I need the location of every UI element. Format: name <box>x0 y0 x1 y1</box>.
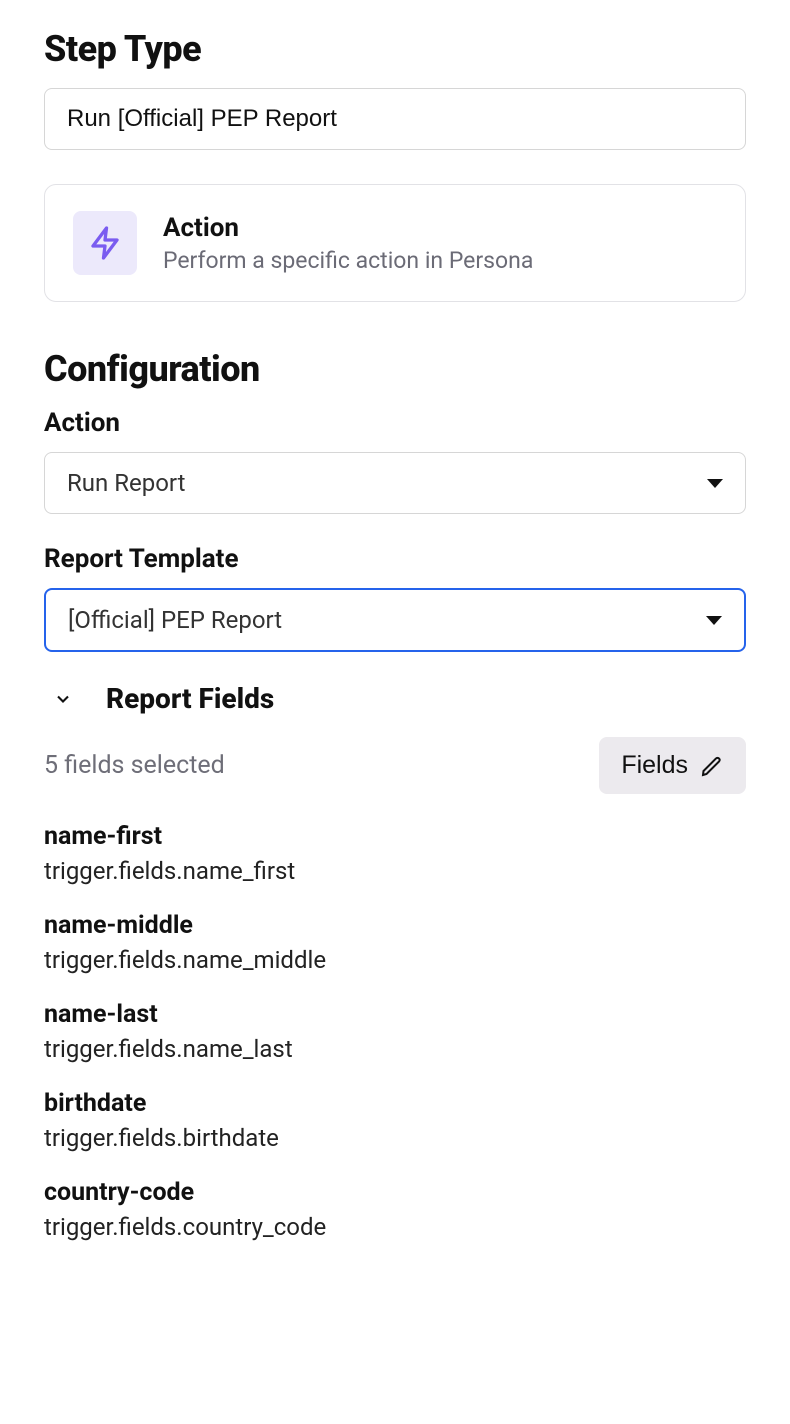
action-card-title: Action <box>163 213 533 243</box>
report-field-item: name-first trigger.fields.name_first <box>44 822 746 885</box>
report-field-item: birthdate trigger.fields.birthdate <box>44 1089 746 1152</box>
report-field-name: name-middle <box>44 911 746 940</box>
chevron-down-icon <box>52 688 74 710</box>
report-field-path: trigger.fields.name_middle <box>44 946 746 974</box>
edit-fields-button[interactable]: Fields <box>599 737 746 794</box>
report-template-select-value: [Official] PEP Report <box>68 606 282 634</box>
pencil-icon <box>700 754 724 778</box>
report-field-path: trigger.fields.country_code <box>44 1213 746 1241</box>
report-field-item: name-middle trigger.fields.name_middle <box>44 911 746 974</box>
report-fields-list: name-firsttrigger.fields.name_firstname-… <box>44 822 746 1241</box>
step-type-input[interactable] <box>44 88 746 150</box>
fields-summary-row: 5 fields selected Fields <box>44 737 746 794</box>
report-field-item: name-last trigger.fields.name_last <box>44 1000 746 1063</box>
caret-down-icon <box>706 616 722 625</box>
action-select-value: Run Report <box>67 469 185 497</box>
report-field-name: birthdate <box>44 1089 746 1118</box>
report-fields-title: Report Fields <box>106 682 274 715</box>
report-template-select[interactable]: [Official] PEP Report <box>44 588 746 652</box>
report-field-name: name-first <box>44 822 746 851</box>
fields-selected-count: 5 fields selected <box>44 751 225 780</box>
action-card-text: Action Perform a specific action in Pers… <box>163 213 533 274</box>
report-fields-toggle[interactable]: Report Fields <box>44 682 746 715</box>
action-card[interactable]: Action Perform a specific action in Pers… <box>44 184 746 302</box>
configuration-heading: Configuration <box>44 348 746 390</box>
action-card-subtitle: Perform a specific action in Persona <box>163 247 533 274</box>
report-field-name: country-code <box>44 1178 746 1207</box>
lightning-bolt-icon <box>73 211 137 275</box>
caret-down-icon <box>707 479 723 488</box>
action-label: Action <box>44 408 746 438</box>
report-template-label: Report Template <box>44 544 746 574</box>
action-select[interactable]: Run Report <box>44 452 746 514</box>
step-type-heading: Step Type <box>44 28 746 70</box>
edit-fields-button-label: Fields <box>621 751 688 780</box>
report-field-path: trigger.fields.name_first <box>44 857 746 885</box>
report-field-name: name-last <box>44 1000 746 1029</box>
report-field-path: trigger.fields.birthdate <box>44 1124 746 1152</box>
report-field-path: trigger.fields.name_last <box>44 1035 746 1063</box>
report-field-item: country-code trigger.fields.country_code <box>44 1178 746 1241</box>
